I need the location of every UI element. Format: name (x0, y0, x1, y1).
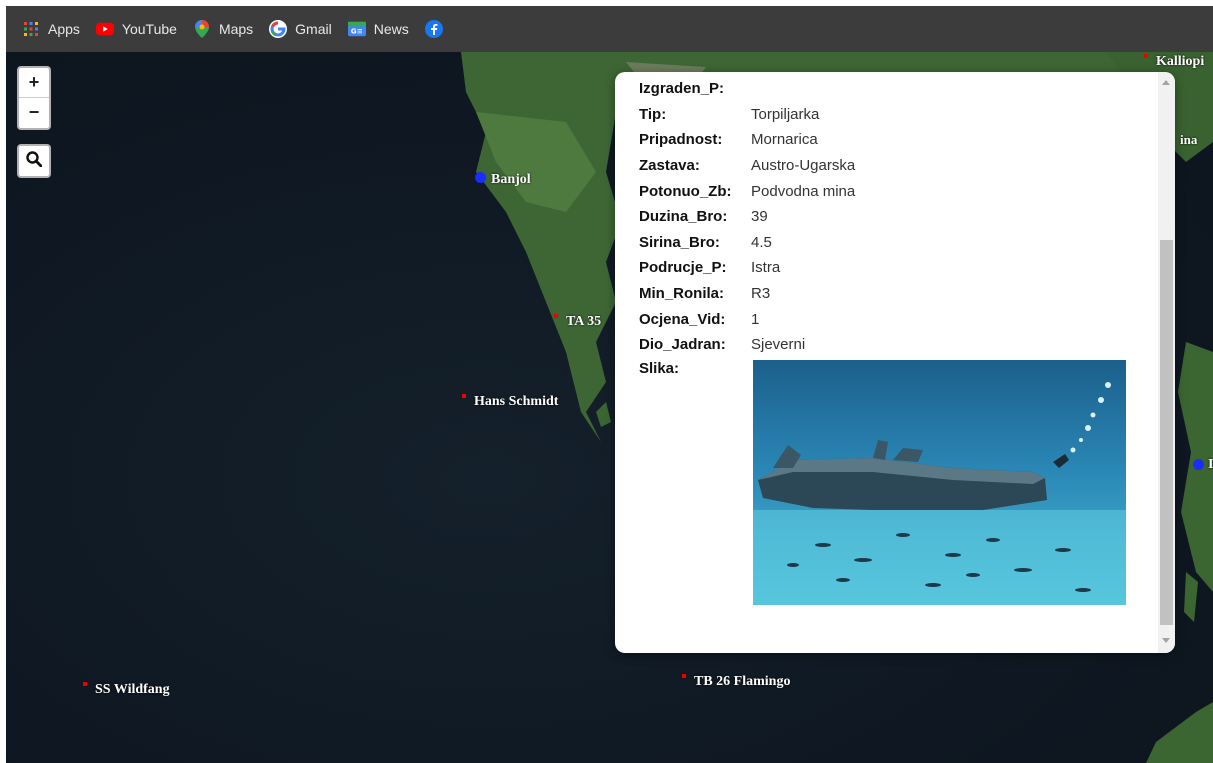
zoom-out-button[interactable]: − (19, 98, 49, 127)
place-marker-icon[interactable] (1193, 459, 1204, 470)
bookmarks-bar: Apps YouTube Maps Gmail G≡ News (6, 6, 1213, 52)
apps-grid-icon (22, 20, 40, 38)
bookmark-label: Apps (48, 21, 80, 37)
bookmark-youtube[interactable]: YouTube (95, 20, 177, 38)
map-search-button[interactable] (17, 144, 51, 178)
attr-row-potonuo: Potonuo_Zb: Podvodna mina (639, 182, 856, 200)
wreck-marker-icon (1144, 53, 1148, 58)
feature-popup: Izgraden_P: Tip: Torpiljarka Pripadnost: M… (615, 72, 1175, 653)
zoom-in-button[interactable]: + (19, 68, 49, 98)
wreck-marker-icon (554, 313, 558, 318)
google-icon (269, 20, 288, 38)
popup-scrollbar[interactable] (1158, 72, 1175, 653)
svg-text:G≡: G≡ (350, 27, 362, 36)
bookmark-news[interactable]: G≡ News (347, 20, 409, 38)
wreck-label-ss-wildfang[interactable]: SS Wildfang (83, 681, 170, 698)
attr-row-tip: Tip: Torpiljarka (639, 105, 820, 123)
place-marker-icon[interactable] (475, 172, 486, 183)
facebook-icon (424, 20, 443, 38)
attr-row-slika: Slika: (639, 359, 1149, 605)
youtube-icon (95, 20, 114, 38)
attr-row-dio-jadran: Dio_Jadran: Sjeverni (639, 336, 806, 354)
attr-row-podrucje: Podrucje_P: Istra (639, 259, 781, 277)
attr-row-min-ronila: Min_Ronila: R3 (639, 285, 771, 303)
wreck-label-kalliopi[interactable]: Kalliopi (1144, 53, 1204, 70)
wreck-marker-icon (682, 673, 686, 678)
browser-frame: Apps YouTube Maps Gmail G≡ News + − Kall… (6, 6, 1213, 763)
scroll-up-arrow-icon[interactable] (1162, 80, 1170, 85)
bookmark-apps[interactable]: Apps (22, 20, 80, 38)
bookmark-label: Gmail (295, 21, 332, 37)
wreck-marker-icon (83, 681, 87, 686)
place-label-right-edge: I (1208, 457, 1213, 472)
map-canvas[interactable]: + − Kalliopi ina Banjol TA 35 Hans Schmi… (6, 52, 1213, 763)
place-label-ina: ina (1180, 132, 1198, 147)
attr-row-izgraden: Izgraden_P: (639, 80, 725, 98)
wreck-marker-icon (462, 393, 466, 398)
wreck-label-hans-schmidt[interactable]: Hans Schmidt (462, 393, 558, 410)
bookmark-maps[interactable]: Maps (193, 20, 253, 38)
attr-row-pripadnost: Pripadnost: Mornarica (639, 131, 818, 149)
scroll-down-arrow-icon[interactable] (1162, 638, 1170, 643)
search-icon (26, 150, 43, 172)
attr-row-duzina: Duzina_Bro: 39 (639, 208, 768, 226)
bookmark-label: News (373, 21, 409, 37)
attr-row-zastava: Zastava: Austro-Ugarska (639, 157, 856, 175)
attr-row-sirina: Sirina_Bro: 4.5 (639, 233, 772, 251)
scrollbar-thumb[interactable] (1160, 240, 1173, 625)
bookmark-label: Maps (218, 21, 254, 37)
maps-pin-icon (193, 20, 211, 38)
bookmark-facebook[interactable] (424, 20, 451, 38)
place-label-banjol[interactable]: Banjol (491, 172, 531, 188)
shipwreck-photo (753, 359, 1126, 605)
news-icon: G≡ (347, 20, 366, 38)
wreck-label-ta35[interactable]: TA 35 (554, 313, 601, 330)
popup-content: Izgraden_P: Tip: Torpiljarka Pripadnost: M… (639, 76, 1149, 605)
attr-row-ocjena: Ocjena_Vid: 1 (639, 310, 760, 328)
wreck-label-tb26-flamingo[interactable]: TB 26 Flamingo (682, 673, 790, 690)
bookmark-label: YouTube (121, 21, 177, 37)
bookmark-gmail[interactable]: Gmail (269, 20, 332, 38)
zoom-control: + − (17, 66, 51, 130)
